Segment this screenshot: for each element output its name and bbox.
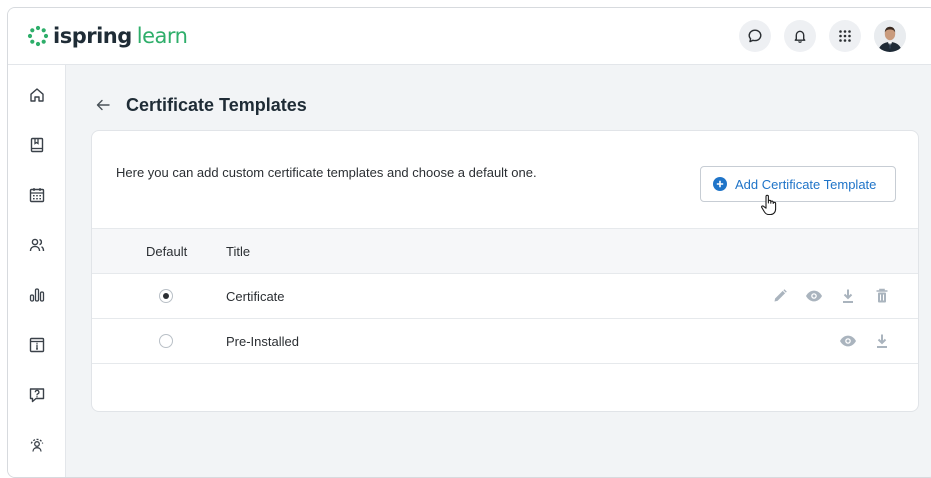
back-button[interactable] [93,95,113,115]
column-header-default: Default [146,244,188,259]
app-window: ispring learn Certificate Templates Here… [7,7,931,478]
top-bar: ispring learn [8,8,931,65]
chat-button[interactable] [739,20,771,52]
notifications-button[interactable] [784,20,816,52]
template-title: Certificate [226,289,285,304]
apps-button[interactable] [829,20,861,52]
table-row[interactable]: Pre-Installed [92,319,918,364]
edit-button[interactable] [770,286,790,306]
page-title: Certificate Templates [126,94,307,115]
avatar-image [874,20,906,52]
sidebar-item-questions[interactable] [25,383,49,407]
reports-icon [29,288,45,302]
home-icon [30,88,44,102]
add-button-label: Add Certificate Template [735,176,877,192]
column-header-title: Title [226,244,251,259]
plus-circle-icon [713,177,727,191]
bell-icon [794,30,806,43]
chat-icon [748,29,762,43]
info-box-icon [29,337,45,353]
download-icon [877,334,887,348]
template-title: Pre-Installed [226,334,299,349]
arrow-left-icon [96,99,110,111]
download-button[interactable] [872,331,892,351]
ispring-learn-logo[interactable]: ispring learn [27,21,188,51]
sidebar-item-users[interactable] [25,233,49,257]
templates-card: Here you can add custom certificate temp… [91,130,919,412]
download-icon [843,289,853,303]
logo-text-learn: learn [136,24,188,48]
sidebar-item-calendar[interactable] [25,183,49,207]
user-avatar[interactable] [874,20,906,52]
page-description: Here you can add custom certificate temp… [116,165,537,180]
sidebar-item-home[interactable] [25,83,49,107]
add-certificate-template-button[interactable]: Add Certificate Template [700,166,896,202]
apps-grid-icon [839,30,851,42]
book-icon [30,137,44,153]
table-row[interactable]: Certificate [92,274,918,319]
calendar-icon [29,188,45,203]
preview-button[interactable] [804,286,824,306]
default-radio-selected[interactable] [159,289,173,303]
page-header: Certificate Templates [93,93,307,117]
sidebar [8,65,66,477]
users-icon [29,238,45,252]
default-radio[interactable] [159,334,173,348]
question-icon [29,388,45,403]
delete-icon [876,288,888,303]
logo-text-ispring: ispring [53,24,132,48]
sidebar-item-info[interactable] [25,333,49,357]
table-header: Default Title [92,228,918,274]
sidebar-item-reports[interactable] [25,283,49,307]
hand-cursor-icon [761,194,777,216]
preview-icon [806,290,822,302]
delete-button[interactable] [872,286,892,306]
download-button[interactable] [838,286,858,306]
preview-icon [840,335,856,347]
preview-button[interactable] [838,331,858,351]
user-settings-icon [30,438,44,452]
edit-icon [774,289,787,302]
logo-mark-icon [27,25,49,47]
sidebar-item-user-settings[interactable] [25,433,49,457]
sidebar-item-courses[interactable] [25,133,49,157]
